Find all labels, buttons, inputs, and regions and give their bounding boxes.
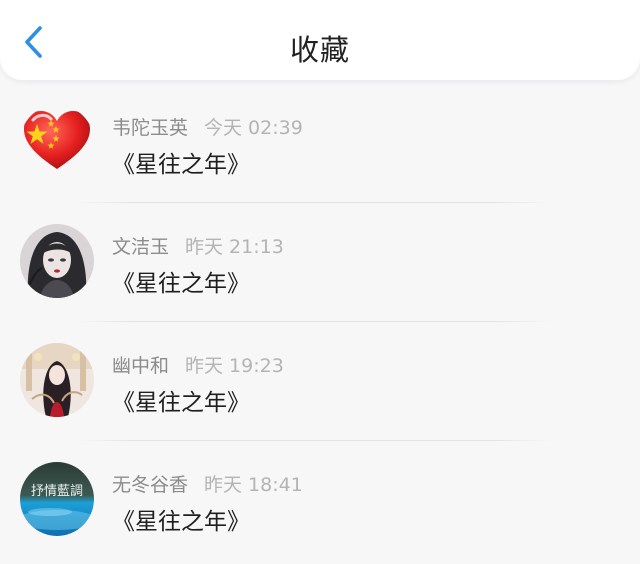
item-content: 《星往之年》 <box>112 390 250 416</box>
page-title: 收藏 <box>289 33 350 67</box>
avatar[interactable] <box>20 343 94 417</box>
timestamp: 昨天 19:23 <box>185 355 284 377</box>
item-meta: 幽中和 昨天 19:23 <box>112 351 284 378</box>
list-item[interactable]: 韦陀玉英 今天 02:39 《星往之年》 <box>0 84 640 203</box>
timestamp: 昨天 18:41 <box>204 474 303 496</box>
username: 无冬谷香 <box>112 474 189 496</box>
username: 韦陀玉英 <box>112 117 189 139</box>
list-item[interactable]: 抒情藍調 无冬谷香 昨天 18:41 《星往之年》 <box>0 441 640 560</box>
favorites-screen: 收藏 韦陀玉英 今天 02:39 《星往之年》 文洁玉 昨天 21:13 《星往… <box>0 0 640 564</box>
timestamp: 今天 02:39 <box>204 117 303 139</box>
avatar[interactable] <box>20 105 94 179</box>
portrait-avatar <box>20 224 94 298</box>
timestamp: 昨天 21:13 <box>185 236 284 258</box>
china-flag-heart-icon <box>20 105 94 179</box>
avatar[interactable]: 抒情藍調 <box>20 462 94 536</box>
item-meta: 文洁玉 昨天 21:13 <box>112 232 284 259</box>
item-meta: 韦陀玉英 今天 02:39 <box>112 113 303 140</box>
username: 文洁玉 <box>112 236 170 258</box>
water-scene-avatar: 抒情藍調 <box>20 462 94 536</box>
item-content: 《星往之年》 <box>112 509 250 535</box>
item-content: 《星往之年》 <box>112 271 250 297</box>
avatar[interactable] <box>20 224 94 298</box>
favorites-list: 韦陀玉英 今天 02:39 《星往之年》 文洁玉 昨天 21:13 《星往之年》… <box>0 84 640 560</box>
username: 幽中和 <box>112 355 170 377</box>
avatar-caption: 抒情藍調 <box>31 484 83 499</box>
header-bar: 收藏 <box>0 0 640 80</box>
item-meta: 无冬谷香 昨天 18:41 <box>112 470 303 497</box>
item-content: 《星往之年》 <box>112 152 250 178</box>
list-item[interactable]: 文洁玉 昨天 21:13 《星往之年》 <box>0 203 640 322</box>
list-item[interactable]: 幽中和 昨天 19:23 《星往之年》 <box>0 322 640 441</box>
illustration-avatar <box>20 343 94 417</box>
